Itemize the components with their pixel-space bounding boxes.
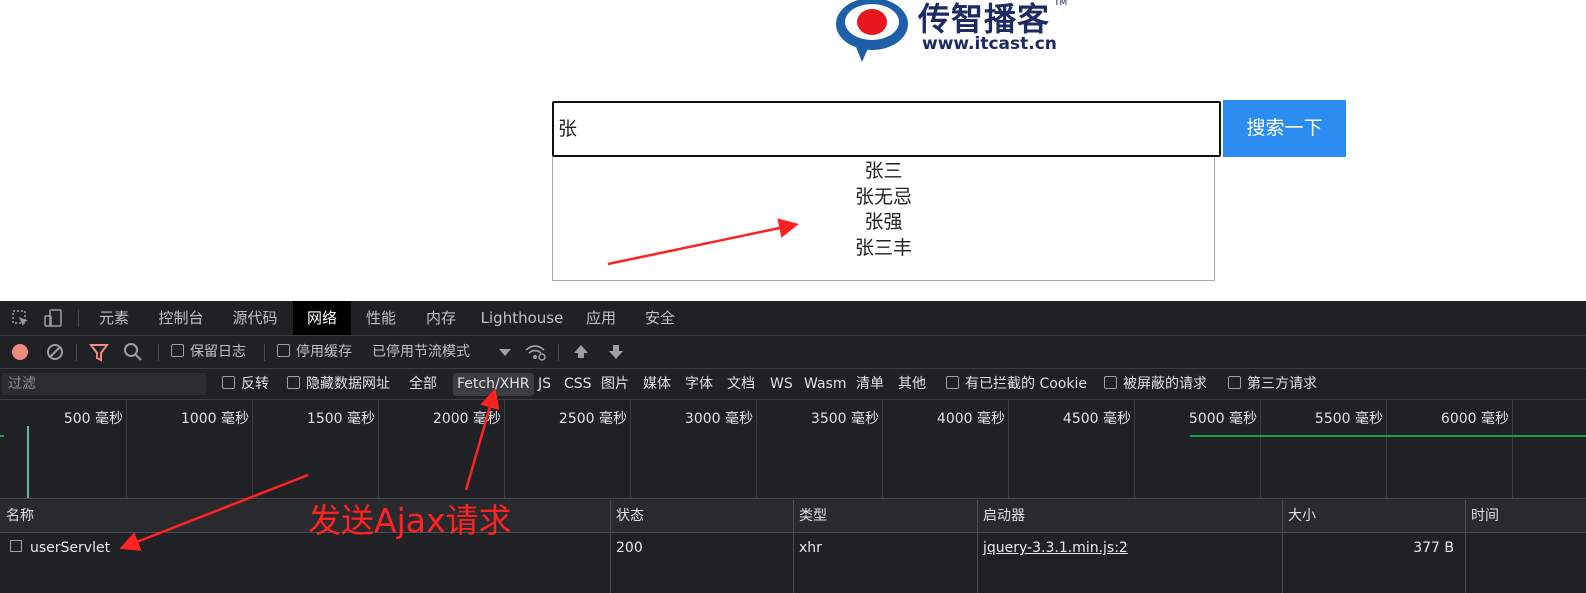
logo-trademark: TM bbox=[1054, 0, 1068, 8]
timeline-request-bar bbox=[0, 435, 4, 437]
timeline-tick-label: 1000 毫秒 bbox=[180, 411, 249, 427]
request-type-cell: xhr bbox=[799, 540, 822, 556]
timeline-tick-label: 4500 毫秒 bbox=[1062, 411, 1131, 427]
filter-type-wasm[interactable]: Wasm bbox=[804, 369, 846, 399]
filter-type-manifest[interactable]: 清单 bbox=[856, 369, 884, 399]
inspect-element-icon[interactable] bbox=[10, 308, 32, 328]
network-conditions-icon[interactable] bbox=[524, 342, 546, 362]
suggestion-item[interactable]: 张强 bbox=[553, 210, 1214, 236]
network-filter-bar: 过滤 反转 隐藏数据网址 全部 Fetch/XHR JS CSS 图片 媒体 字… bbox=[0, 369, 1586, 400]
timeline-tick-label: 5000 毫秒 bbox=[1188, 411, 1257, 427]
timeline-tick-label: 3500 毫秒 bbox=[810, 411, 879, 427]
logo-url: www.itcast.cn bbox=[922, 34, 1057, 54]
throttling-select[interactable]: 已停用节流模式 bbox=[372, 336, 470, 368]
tab-lighthouse[interactable]: Lighthouse bbox=[478, 301, 566, 335]
document-icon bbox=[10, 540, 22, 552]
timeline-tick-label: 2000 毫秒 bbox=[432, 411, 501, 427]
column-header-time[interactable]: 时间 bbox=[1465, 500, 1499, 532]
filter-type-img[interactable]: 图片 bbox=[601, 369, 629, 399]
request-initiator-link[interactable]: jquery-3.3.1.min.js:2 bbox=[977, 533, 1128, 563]
filter-type-doc[interactable]: 文档 bbox=[727, 369, 755, 399]
disable-cache-checkbox[interactable]: 停用缓存 bbox=[277, 336, 352, 368]
devtools-panel: 元素 控制台 源代码 网络 性能 内存 Lighthouse 应用 安全 保留日… bbox=[0, 301, 1586, 593]
device-toolbar-icon[interactable] bbox=[42, 308, 64, 328]
request-status-cell: 200 bbox=[616, 540, 643, 556]
preserve-log-checkbox[interactable]: 保留日志 bbox=[171, 336, 246, 368]
column-header-size[interactable]: 大小 bbox=[1282, 500, 1316, 532]
filter-type-js[interactable]: JS bbox=[538, 369, 551, 399]
suggestion-list: 张三 张无忌 张强 张三丰 bbox=[552, 157, 1215, 281]
request-name-cell[interactable]: userServlet bbox=[4, 533, 110, 563]
timeline-tick-label: 6000 毫秒 bbox=[1440, 411, 1509, 427]
request-size-cell: 377 B bbox=[1413, 540, 1454, 556]
column-header-name[interactable]: 名称 bbox=[0, 500, 34, 532]
timeline-tick-label: 500 毫秒 bbox=[63, 411, 123, 427]
tab-application[interactable]: 应用 bbox=[578, 301, 624, 335]
timeline-tick-label: 3000 毫秒 bbox=[684, 411, 753, 427]
filter-type-font[interactable]: 字体 bbox=[685, 369, 713, 399]
tab-network[interactable]: 网络 bbox=[293, 301, 351, 335]
search-button[interactable]: 搜索一下 bbox=[1223, 100, 1346, 157]
search-icon[interactable] bbox=[122, 342, 144, 362]
filter-type-fetch-xhr[interactable]: Fetch/XHR bbox=[453, 373, 534, 396]
filter-icon[interactable] bbox=[88, 342, 110, 362]
column-header-status[interactable]: 状态 bbox=[610, 500, 644, 532]
filter-type-all[interactable]: 全部 bbox=[409, 369, 437, 399]
column-header-initiator[interactable]: 启动器 bbox=[977, 500, 1025, 532]
network-timeline-overview[interactable]: 500 毫秒 1000 毫秒 1500 毫秒 2000 毫秒 2500 毫秒 3… bbox=[0, 400, 1586, 499]
logo-mark-icon bbox=[836, 0, 908, 62]
export-har-icon[interactable] bbox=[605, 342, 627, 362]
suggestion-item[interactable]: 张三 bbox=[553, 159, 1214, 185]
timeline-tick-label: 4000 毫秒 bbox=[936, 411, 1005, 427]
chevron-down-icon[interactable] bbox=[494, 342, 516, 362]
devtools-tabbar: 元素 控制台 源代码 网络 性能 内存 Lighthouse 应用 安全 bbox=[0, 301, 1586, 336]
tab-memory[interactable]: 内存 bbox=[418, 301, 464, 335]
column-header-type[interactable]: 类型 bbox=[793, 500, 827, 532]
itcast-logo: 传智播客 TM www.itcast.cn bbox=[832, 0, 1072, 64]
tab-elements[interactable]: 元素 bbox=[90, 301, 138, 335]
filter-type-ws[interactable]: WS bbox=[770, 369, 793, 399]
import-har-icon[interactable] bbox=[570, 342, 592, 362]
timeline-tick-label: 1500 毫秒 bbox=[306, 411, 375, 427]
timeline-tick-label: 5500 毫秒 bbox=[1314, 411, 1383, 427]
blocked-cookies-checkbox[interactable]: 有已拦截的 Cookie bbox=[946, 369, 1087, 399]
hide-data-urls-checkbox[interactable]: 隐藏数据网址 bbox=[287, 369, 390, 399]
timeline-tick-label: 2500 毫秒 bbox=[558, 411, 627, 427]
tab-console[interactable]: 控制台 bbox=[150, 301, 212, 335]
filter-input[interactable]: 过滤 bbox=[2, 373, 206, 395]
filter-type-media[interactable]: 媒体 bbox=[643, 369, 671, 399]
blocked-requests-checkbox[interactable]: 被屏蔽的请求 bbox=[1104, 369, 1207, 399]
suggestion-item[interactable]: 张无忌 bbox=[553, 185, 1214, 211]
record-icon[interactable] bbox=[10, 342, 32, 362]
clear-icon[interactable] bbox=[44, 342, 66, 362]
filter-type-other[interactable]: 其他 bbox=[898, 369, 926, 399]
tab-security[interactable]: 安全 bbox=[637, 301, 683, 335]
timeline-request-bar bbox=[27, 426, 29, 498]
timeline-request-bar bbox=[1190, 435, 1586, 437]
tab-sources[interactable]: 源代码 bbox=[224, 301, 286, 335]
third-party-checkbox[interactable]: 第三方请求 bbox=[1228, 369, 1317, 399]
suggestion-item[interactable]: 张三丰 bbox=[553, 236, 1214, 262]
tab-performance[interactable]: 性能 bbox=[358, 301, 404, 335]
search-input[interactable]: 张 bbox=[552, 101, 1221, 157]
invert-checkbox[interactable]: 反转 bbox=[222, 369, 269, 399]
annotation-label: 发送Ajax请求 bbox=[308, 501, 512, 540]
filter-type-css[interactable]: CSS bbox=[564, 369, 592, 399]
network-toolbar: 保留日志 停用缓存 已停用节流模式 bbox=[0, 336, 1586, 369]
